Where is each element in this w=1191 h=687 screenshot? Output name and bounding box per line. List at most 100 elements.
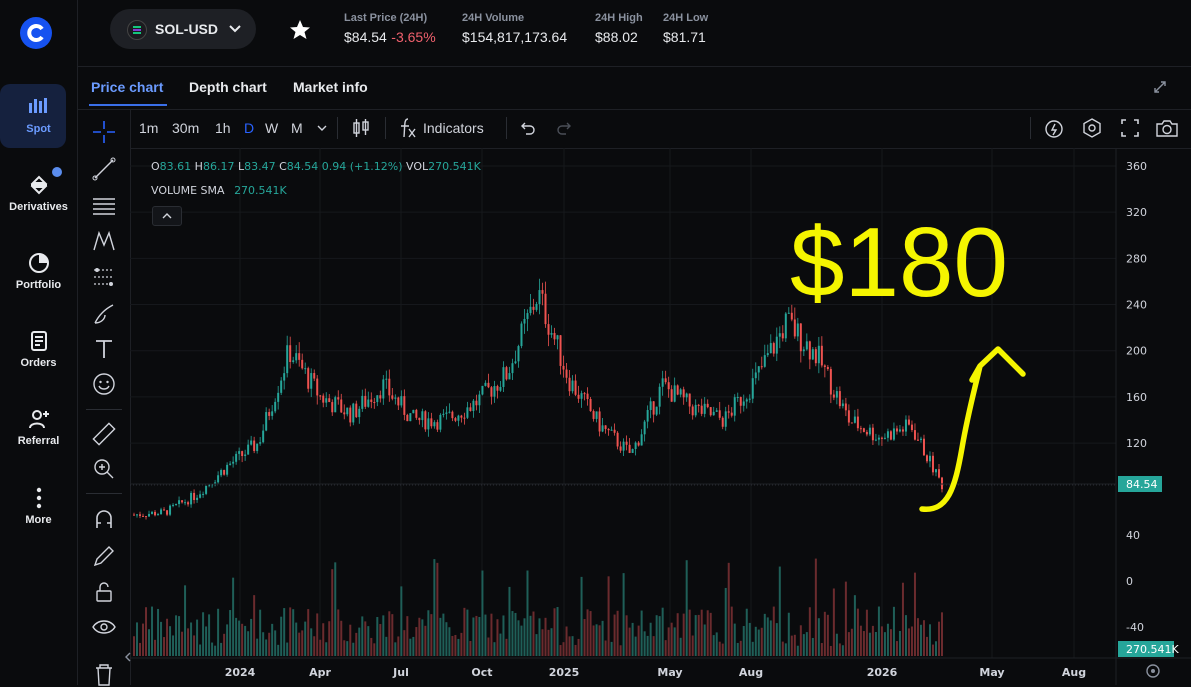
volume-bar — [301, 630, 304, 656]
volume-bar — [793, 634, 796, 656]
volume-bar — [814, 558, 817, 656]
volume-bar — [577, 638, 580, 656]
candle-body — [736, 397, 739, 399]
volume-bar — [376, 617, 379, 656]
settings-hexagon-icon[interactable] — [1081, 117, 1103, 139]
indicators-button[interactable]: Indicators — [423, 120, 484, 136]
candle-body — [247, 444, 250, 455]
brush-icon[interactable] — [91, 301, 117, 327]
trash-icon[interactable] — [91, 661, 117, 687]
alert-clock-icon[interactable] — [1043, 117, 1065, 139]
price-chart[interactable]: 360 320 280 240 200 160 120 40 0 -40 2024 Apr Jul Oc… — [130, 148, 1191, 685]
tab-market-info[interactable]: Market info — [293, 79, 368, 95]
candle-body — [583, 393, 586, 395]
tab-depth-chart[interactable]: Depth chart — [189, 79, 267, 95]
timeframe-1m[interactable]: 1m — [139, 120, 158, 136]
volume-bar — [553, 608, 556, 656]
volume-bar — [880, 626, 883, 656]
volume-bar — [511, 611, 514, 656]
price-tick-label: 320 — [1126, 206, 1147, 219]
sidebar-item-spot[interactable]: Spot — [0, 95, 77, 135]
pair-selector[interactable]: SOL-USD — [110, 9, 256, 49]
chevron-down-icon[interactable] — [316, 122, 328, 134]
sidebar-item-orders[interactable]: Orders — [0, 329, 77, 369]
sidebar-item-referral[interactable]: Referral — [0, 407, 77, 447]
volume-bar — [832, 588, 835, 656]
volume-bar — [628, 627, 631, 656]
coinbase-logo[interactable] — [18, 15, 54, 51]
candle-body — [199, 494, 202, 498]
timeframe-m[interactable]: M — [291, 120, 303, 136]
open-value: 83.61 — [159, 160, 192, 173]
candle-body — [547, 324, 550, 335]
volume-bar — [941, 612, 943, 656]
volume-bar — [868, 632, 871, 656]
candle-body — [865, 431, 868, 435]
magnet-icon[interactable] — [91, 506, 117, 532]
volume-bar — [265, 639, 268, 656]
lock-icon[interactable] — [91, 579, 117, 605]
volume-value: 270.541K — [428, 160, 481, 173]
volume-bar — [166, 618, 169, 656]
volume-bar — [505, 638, 508, 656]
volume-bar — [580, 576, 583, 656]
candle-body — [868, 427, 871, 435]
candle-body — [889, 431, 892, 440]
ruler-icon[interactable] — [91, 421, 117, 447]
pattern-icon[interactable] — [91, 228, 117, 254]
candle-body — [931, 455, 934, 473]
undo-icon[interactable] — [518, 119, 536, 137]
eye-icon[interactable] — [91, 614, 117, 640]
volume-bar — [643, 631, 646, 656]
volume-bar — [139, 642, 142, 656]
candle-type-icon[interactable] — [350, 117, 372, 139]
timeframe-d[interactable]: D — [244, 120, 254, 136]
candle-body — [556, 335, 559, 340]
volume-bar — [490, 613, 493, 656]
sidebar-item-derivatives[interactable]: Derivatives — [0, 173, 77, 213]
zoom-in-icon[interactable] — [91, 456, 117, 482]
candle-body — [406, 414, 409, 422]
expand-icon[interactable] — [1154, 81, 1166, 93]
volume-bar — [619, 645, 622, 656]
price-axis: 360 320 280 240 200 160 120 40 0 -40 — [1126, 160, 1147, 634]
sidebar-item-portfolio[interactable]: Portfolio — [0, 251, 77, 291]
volume-bar — [871, 625, 874, 656]
candle-body — [286, 345, 289, 374]
prediction-icon[interactable] — [91, 264, 117, 290]
text-icon[interactable] — [91, 336, 117, 362]
candle-body — [259, 442, 262, 444]
candle-body — [667, 382, 670, 390]
redo-icon[interactable] — [556, 119, 574, 137]
timeframe-1h[interactable]: 1h — [215, 120, 231, 136]
timeframe-w[interactable]: W — [265, 120, 278, 136]
volume-bar — [610, 641, 613, 656]
camera-icon[interactable] — [1155, 117, 1179, 139]
sidebar-item-more[interactable]: More — [0, 486, 77, 526]
price-tick-label: 240 — [1126, 299, 1147, 312]
volume-bar — [337, 609, 340, 656]
candle-body — [427, 418, 430, 430]
candle-body — [529, 306, 532, 314]
volume-bar — [541, 629, 544, 656]
candle-body — [187, 502, 190, 505]
volume-bar — [919, 624, 922, 656]
crosshair-icon[interactable] — [91, 119, 117, 145]
timeframe-30m[interactable]: 30m — [172, 120, 199, 136]
fx-indicators-icon[interactable] — [398, 117, 418, 139]
candle-body — [352, 403, 355, 423]
volume-bar — [262, 632, 265, 656]
fullscreen-icon[interactable] — [1120, 117, 1140, 139]
candle-body — [238, 451, 241, 454]
collapse-legend-button[interactable] — [152, 206, 182, 226]
lock-pencil-icon[interactable] — [91, 543, 117, 569]
trend-line-icon[interactable] — [91, 156, 117, 182]
volume-bar — [349, 624, 352, 656]
favorite-star-icon[interactable] — [288, 18, 312, 42]
volume-bar — [592, 625, 595, 656]
emoji-icon[interactable] — [91, 371, 117, 397]
volume-bar — [364, 621, 367, 656]
tab-price-chart[interactable]: Price chart — [91, 79, 163, 95]
candle-body — [379, 395, 382, 399]
fib-retracement-icon[interactable] — [91, 193, 117, 219]
